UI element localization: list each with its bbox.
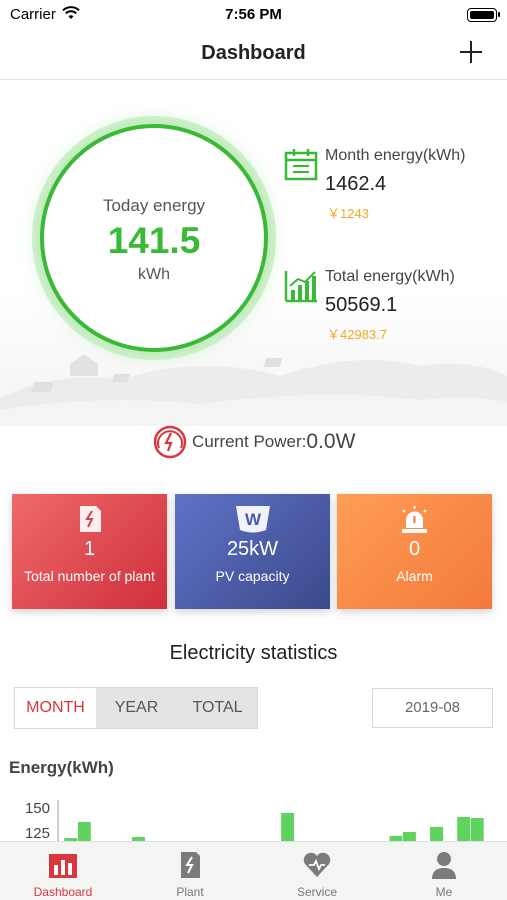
pv-w-icon: W — [236, 506, 270, 533]
tab-me-label: Me — [435, 885, 453, 899]
plant-icon — [181, 852, 200, 878]
total-energy-label: Total energy(kWh) — [325, 268, 455, 285]
plant-doc-icon — [80, 506, 101, 532]
tab-plant-label: Plant — [176, 885, 204, 899]
tab-service-label: Service — [296, 885, 337, 899]
tab-year[interactable]: YEAR — [96, 688, 177, 728]
month-energy-label: Month energy(kWh) — [325, 147, 466, 164]
svg-text:W: W — [245, 510, 262, 529]
add-plus-icon[interactable] — [457, 38, 485, 66]
chart-bar — [77, 822, 91, 842]
total-energy-value: 50569.1 — [325, 294, 398, 316]
current-power-label: Current Power: — [192, 432, 307, 451]
plant-count-label: Total number of plant — [24, 568, 155, 584]
pv-capacity-label: PV capacity — [215, 568, 290, 584]
tab-dashboard[interactable]: Dashboard — [0, 842, 126, 900]
chart-bar — [430, 827, 443, 842]
today-energy-ring: Today energy 141.5 kWh — [40, 124, 268, 352]
landscape-illustration — [0, 354, 507, 426]
period-segmented-control: MONTH YEAR TOTAL — [14, 687, 258, 729]
tab-bar: Dashboard Plant Service Me — [0, 841, 507, 900]
plant-count-card[interactable]: 1 Total number of plant — [12, 494, 167, 609]
navigation-bar: Dashboard — [0, 30, 507, 80]
tab-service[interactable]: Service — [254, 842, 380, 900]
page-title: Dashboard — [201, 42, 306, 64]
month-energy-money: ￥1243 — [327, 206, 369, 221]
bar-chart-icon — [284, 271, 317, 303]
pv-capacity-value: 25kW — [226, 538, 279, 560]
calendar-icon — [284, 149, 318, 181]
alarm-label: Alarm — [396, 568, 433, 584]
y-tick-label: 125 — [25, 825, 50, 842]
status-bar: Carrier 7:56 PM — [0, 0, 507, 30]
alarm-card[interactable]: 0 Alarm — [337, 494, 492, 609]
tab-dashboard-label: Dashboard — [33, 885, 93, 899]
speedometer-icon — [153, 425, 186, 459]
alarm-count-value: 0 — [408, 538, 421, 560]
current-power: Current Power:0.0W — [0, 424, 507, 464]
battery-icon — [467, 8, 500, 22]
alarm-icon — [402, 506, 427, 533]
me-icon — [432, 852, 456, 879]
today-energy-label: Today energy — [102, 196, 206, 215]
dashboard-icon — [49, 854, 77, 878]
chart-bar — [470, 818, 484, 842]
energy-summary: Today energy 141.5 kWh Month energy(kWh)… — [0, 81, 507, 426]
today-energy-unit: kWh — [138, 266, 170, 283]
energy-bar-chart: 150125 — [25, 800, 484, 842]
electricity-statistics-title: Electricity statistics — [169, 642, 338, 664]
chart-bar — [457, 817, 471, 842]
service-icon — [303, 852, 331, 877]
tab-month[interactable]: MONTH — [15, 688, 96, 728]
plant-count-value: 1 — [83, 538, 96, 560]
month-energy-value: 1462.4 — [325, 173, 387, 195]
summary-cards: 1 Total number of plant W 25kW PV capaci… — [12, 494, 494, 609]
chart-bar — [281, 813, 294, 842]
tab-me[interactable]: Me — [381, 842, 507, 900]
tab-plant[interactable]: Plant — [127, 842, 253, 900]
current-power-value: 0.0W — [306, 430, 356, 453]
today-energy-value: 141.5 — [107, 220, 201, 261]
y-tick-label: 150 — [25, 800, 50, 817]
chart-y-axis-label: Energy(kWh) — [9, 758, 114, 777]
date-picker[interactable]: 2019-08 — [372, 688, 493, 728]
clock: 7:56 PM — [225, 6, 282, 23]
pv-capacity-card[interactable]: W 25kW PV capacity — [175, 494, 330, 609]
tab-total[interactable]: TOTAL — [177, 688, 258, 728]
